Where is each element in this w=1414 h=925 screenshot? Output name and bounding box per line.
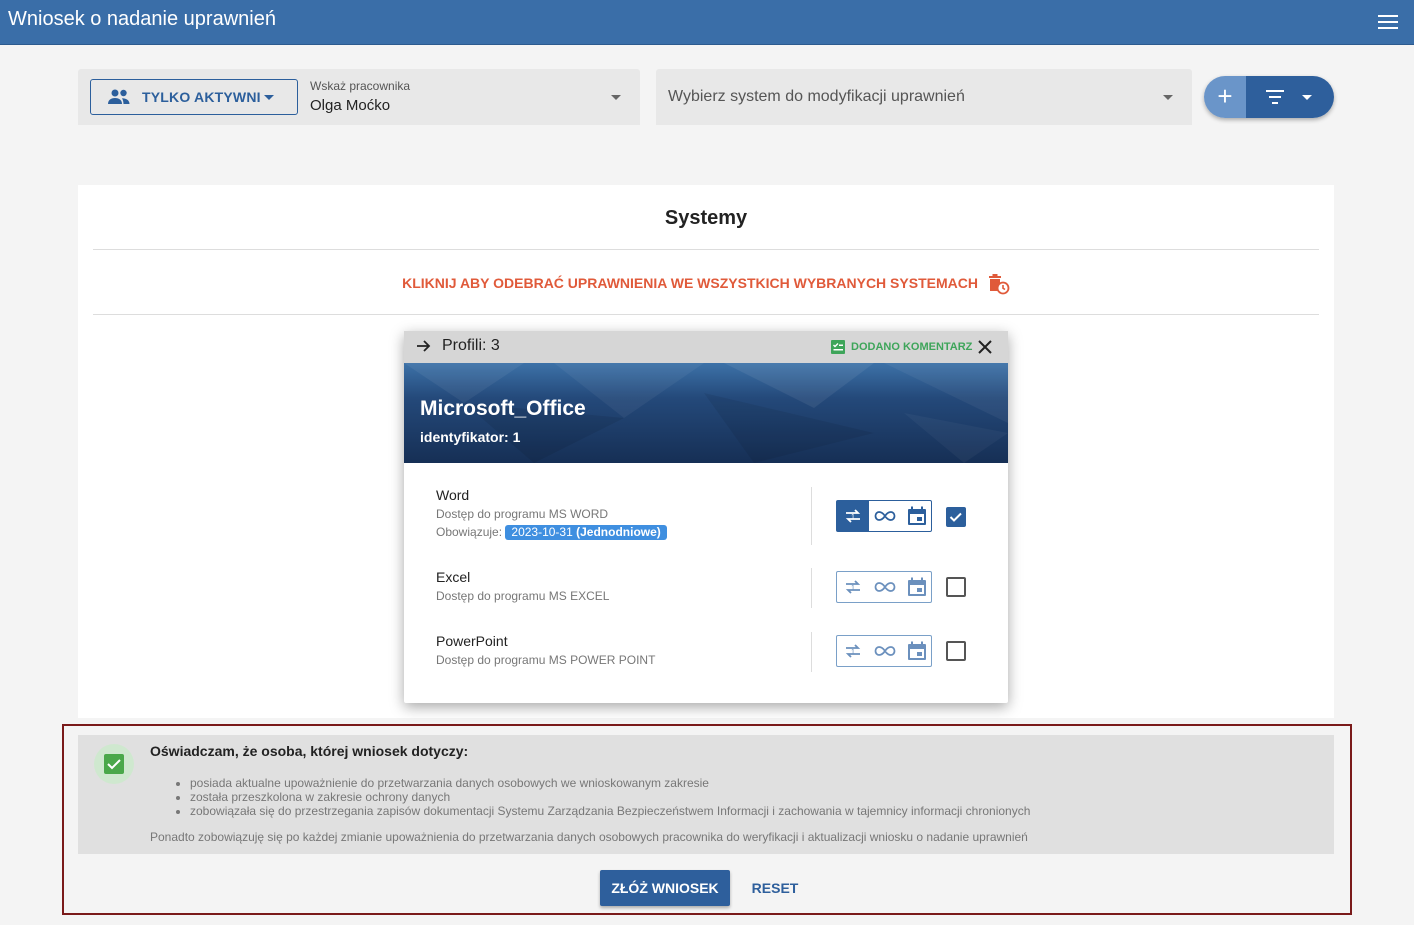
add-button[interactable]: + bbox=[1204, 76, 1246, 118]
declaration-note: Ponadto zobowiązuję się po każdej zmiani… bbox=[150, 830, 1028, 844]
comment-added-label: DODANO KOMENTARZ bbox=[851, 340, 973, 353]
system-dropdown-arrow-icon[interactable] bbox=[1163, 95, 1173, 100]
profile-checkbox[interactable] bbox=[946, 641, 966, 661]
comment-check-icon bbox=[831, 340, 845, 354]
date-range-mode-button[interactable] bbox=[901, 501, 933, 531]
declaration-checkbox[interactable] bbox=[104, 754, 124, 774]
hamburger-icon[interactable] bbox=[1378, 12, 1398, 30]
unlimited-mode-button[interactable] bbox=[869, 572, 901, 602]
repeat-one-icon: 1 bbox=[845, 580, 861, 594]
filter-button[interactable] bbox=[1246, 76, 1334, 118]
declaration-item: została przeszkolona w zakresie ochrony … bbox=[190, 790, 1030, 804]
system-card: Profili: 3 DODANO KOMENTARZ Microsoft_Of… bbox=[404, 331, 1008, 703]
duration-mode-selector: 1 bbox=[836, 635, 932, 667]
declaration-checkbox-ripple bbox=[94, 744, 134, 784]
infinity-icon bbox=[874, 582, 896, 592]
unlimited-mode-button[interactable] bbox=[869, 501, 901, 531]
profile-description: Dostęp do programu MS POWER POINT bbox=[436, 653, 656, 667]
divider bbox=[93, 314, 1319, 315]
profile-description: Dostęp do programu MS EXCEL bbox=[436, 589, 610, 603]
delete-clock-icon bbox=[988, 274, 1010, 295]
close-icon[interactable] bbox=[976, 338, 994, 356]
page-title: Wniosek o nadanie uprawnień bbox=[8, 8, 276, 30]
one-time-mode-button[interactable]: 1 bbox=[837, 572, 869, 602]
validity-badge: 2023-10-31 (Jednodniowe) bbox=[505, 525, 667, 540]
infinity-icon bbox=[874, 646, 896, 656]
system-identifier: identyfikator: 1 bbox=[420, 429, 521, 445]
app-bar: Wniosek o nadanie uprawnień bbox=[0, 0, 1414, 45]
declaration-item: posiada aktualne upoważnienie do przetwa… bbox=[190, 776, 1030, 790]
validity-type: (Jednodniowe) bbox=[576, 525, 661, 539]
chevron-down-icon bbox=[264, 95, 274, 100]
profile-description: Dostęp do programu MS WORD bbox=[436, 507, 609, 521]
profiles-count: Profili: 3 bbox=[442, 337, 500, 354]
profile-checkbox[interactable] bbox=[946, 507, 966, 527]
arrow-right-icon[interactable] bbox=[416, 338, 432, 354]
declaration-list: posiada aktualne upoważnienie do przetwa… bbox=[190, 776, 1030, 818]
only-active-toggle-button[interactable]: TYLKO AKTYWNI bbox=[90, 79, 298, 115]
system-select-placeholder: Wybierz system do modyfikacji uprawnień bbox=[668, 88, 965, 105]
employee-label: Wskaż pracownika bbox=[310, 79, 411, 93]
profile-row-powerpoint: PowerPoint Dostęp do programu MS POWER P… bbox=[404, 632, 1008, 673]
divider bbox=[93, 249, 1319, 250]
svg-text:1: 1 bbox=[851, 514, 855, 521]
profile-checkbox[interactable] bbox=[946, 577, 966, 597]
employee-select[interactable]: Olga Moćko bbox=[310, 97, 390, 114]
declaration-section: Oświadczam, że osoba, której wniosek dot… bbox=[78, 735, 1334, 854]
svg-text:1: 1 bbox=[851, 585, 855, 592]
system-banner: Microsoft_Office identyfikator: 1 bbox=[404, 363, 1008, 463]
one-time-mode-button[interactable]: 1 bbox=[837, 501, 869, 531]
employee-dropdown-arrow-icon[interactable] bbox=[611, 95, 621, 100]
system-select-field[interactable]: Wybierz system do modyfikacji uprawnień bbox=[656, 69, 1192, 125]
duration-mode-selector: 1 bbox=[836, 500, 932, 532]
profile-row-excel: Excel Dostęp do programu MS EXCEL 1 bbox=[404, 568, 1008, 609]
profile-name: Word bbox=[436, 487, 470, 503]
profile-row-word: Word Dostęp do programu MS WORD Obowiązu… bbox=[404, 487, 1008, 547]
people-icon bbox=[108, 89, 130, 104]
submit-request-button[interactable]: ZŁÓŻ WNIOSEK bbox=[600, 870, 730, 906]
divider bbox=[811, 568, 812, 608]
plus-icon: + bbox=[1217, 81, 1233, 111]
repeat-one-icon: 1 bbox=[845, 644, 861, 658]
date-range-mode-button[interactable] bbox=[901, 636, 933, 666]
svg-text:1: 1 bbox=[851, 649, 855, 656]
comment-added-indicator[interactable]: DODANO KOMENTARZ bbox=[830, 339, 972, 355]
date-range-mode-button[interactable] bbox=[901, 572, 933, 602]
infinity-icon bbox=[874, 511, 896, 521]
duration-mode-selector: 1 bbox=[836, 571, 932, 603]
repeat-one-icon: 1 bbox=[845, 509, 861, 523]
fab-group: + bbox=[1204, 76, 1334, 118]
system-card-header: Profili: 3 DODANO KOMENTARZ bbox=[404, 331, 1008, 363]
profile-name: Excel bbox=[436, 569, 471, 585]
one-time-mode-button[interactable]: 1 bbox=[837, 636, 869, 666]
divider bbox=[811, 632, 812, 672]
divider bbox=[811, 487, 812, 545]
calendar-icon bbox=[908, 641, 926, 660]
profile-name: PowerPoint bbox=[436, 633, 508, 649]
validity-date: 2023-10-31 bbox=[511, 525, 573, 539]
reset-button[interactable]: RESET bbox=[744, 870, 806, 906]
only-active-label: TYLKO AKTYWNI bbox=[142, 89, 261, 105]
declaration-heading: Oświadczam, że osoba, której wniosek dot… bbox=[150, 743, 469, 759]
validity-label: Obowiązuje: bbox=[436, 525, 503, 539]
employee-filter-field: TYLKO AKTYWNI Wskaż pracownika Olga Moćk… bbox=[78, 69, 640, 125]
check-icon bbox=[107, 759, 121, 770]
profile-validity: Obowiązuje: 2023-10-31 (Jednodniowe) bbox=[436, 525, 667, 540]
calendar-icon bbox=[908, 506, 926, 525]
revoke-all-label: KLIKNIJ ABY ODEBRAĆ UPRAWNIENIA WE WSZYS… bbox=[402, 275, 978, 291]
calendar-icon bbox=[908, 577, 926, 596]
declaration-item: zobowiązała się do przestrzegania zapisó… bbox=[190, 804, 1030, 818]
unlimited-mode-button[interactable] bbox=[869, 636, 901, 666]
system-name: Microsoft_Office bbox=[420, 397, 586, 420]
revoke-all-button[interactable]: KLIKNIJ ABY ODEBRAĆ UPRAWNIENIA WE WSZYS… bbox=[78, 271, 1334, 295]
check-icon bbox=[949, 512, 962, 522]
systems-title: Systemy bbox=[664, 207, 748, 229]
chevron-down-icon bbox=[1302, 95, 1312, 100]
